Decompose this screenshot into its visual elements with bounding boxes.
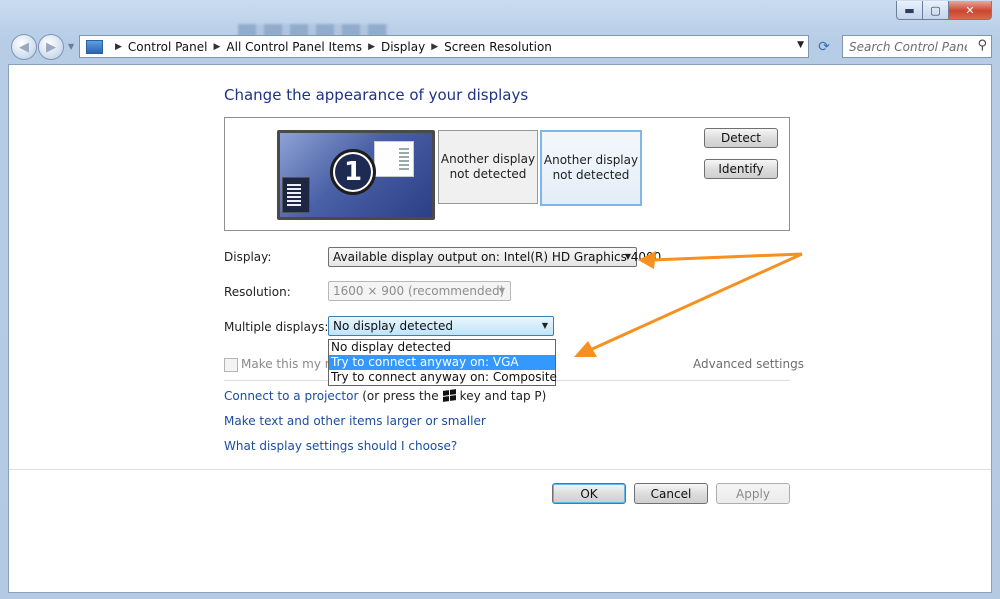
content-pane: Change the appearance of your displays 1… bbox=[8, 64, 992, 593]
resolution-label: Resolution: bbox=[224, 285, 291, 299]
display-label: Display: bbox=[224, 250, 272, 264]
close-button[interactable]: ✕ bbox=[949, 1, 992, 20]
chevron-down-icon: ▼ bbox=[624, 252, 631, 261]
projector-hint-1: (or press the bbox=[362, 389, 439, 403]
cancel-button[interactable]: Cancel bbox=[634, 483, 708, 504]
page-title: Change the appearance of your displays bbox=[224, 86, 529, 104]
monitor-2-not-detected[interactable]: Another display not detected bbox=[438, 130, 538, 204]
multiple-displays-dropdown: No display detected Try to connect anywa… bbox=[328, 339, 557, 386]
caption-buttons: ▬ ▢ ✕ bbox=[896, 1, 992, 20]
display-select-value: Available display output on: Intel(R) HD… bbox=[333, 250, 662, 264]
forward-arrow-icon: ▶ bbox=[46, 39, 56, 55]
resolution-select[interactable]: 1600 × 900 (recommended) ▼ bbox=[328, 281, 511, 301]
recent-pages-dropdown[interactable]: ▼ bbox=[68, 42, 74, 51]
breadcrumb-separator[interactable]: ▶ bbox=[431, 42, 438, 52]
dropdown-option-composite[interactable]: Try to connect anyway on: Composite bbox=[329, 370, 557, 385]
monitor-3-not-detected[interactable]: Another display not detected bbox=[540, 130, 642, 206]
refresh-button[interactable]: ⟳ bbox=[811, 35, 837, 58]
search-box[interactable]: ⚲ bbox=[842, 35, 992, 58]
monitor-2-label-line1: Another display bbox=[440, 152, 536, 166]
monitor-1[interactable]: 1 bbox=[277, 130, 435, 220]
maximize-button[interactable]: ▢ bbox=[923, 1, 949, 20]
breadcrumb-screen-resolution[interactable]: Screen Resolution bbox=[444, 40, 552, 54]
multiple-displays-value: No display detected bbox=[333, 319, 453, 333]
windows-logo-icon bbox=[442, 389, 456, 403]
address-history-dropdown[interactable]: ▼ bbox=[797, 40, 804, 50]
projector-line: Connect to a projector (or press the key … bbox=[224, 389, 546, 403]
detect-button[interactable]: Detect bbox=[704, 128, 778, 148]
breadcrumb-control-panel[interactable]: Control Panel bbox=[128, 40, 208, 54]
display-select[interactable]: Available display output on: Intel(R) HD… bbox=[328, 247, 661, 267]
refresh-icon: ⟳ bbox=[818, 38, 830, 55]
dropdown-option-no-display[interactable]: No display detected bbox=[329, 340, 555, 355]
gadget-thumbnail bbox=[282, 177, 310, 213]
back-button[interactable]: ◀ bbox=[11, 34, 37, 60]
control-panel-icon bbox=[86, 39, 103, 54]
monitor-3-label-line1: Another display bbox=[543, 153, 639, 167]
window-thumbnail bbox=[374, 141, 414, 177]
ok-button[interactable]: OK bbox=[552, 483, 626, 504]
chevron-down-icon: ▼ bbox=[541, 321, 548, 330]
apply-button[interactable]: Apply bbox=[716, 483, 790, 504]
resolution-select-value: 1600 × 900 (recommended) bbox=[333, 284, 505, 298]
breadcrumb-separator[interactable]: ▶ bbox=[214, 42, 221, 52]
monitor-2-label-line2: not detected bbox=[449, 167, 527, 181]
minimize-button[interactable]: ▬ bbox=[896, 1, 923, 20]
identify-button[interactable]: Identify bbox=[704, 159, 778, 179]
chevron-down-icon: ▼ bbox=[498, 286, 505, 295]
breadcrumb-separator[interactable]: ▶ bbox=[115, 42, 122, 52]
multiple-displays-select[interactable]: No display detected ▼ bbox=[328, 316, 554, 336]
monitor-number-badge: 1 bbox=[330, 149, 376, 195]
monitor-number: 1 bbox=[335, 154, 371, 190]
address-bar[interactable]: ▶ Control Panel ▶ All Control Panel Item… bbox=[79, 35, 809, 58]
main-display-checkbox[interactable] bbox=[224, 358, 238, 372]
search-input[interactable] bbox=[849, 39, 967, 54]
forward-button[interactable]: ▶ bbox=[38, 34, 64, 60]
back-arrow-icon: ◀ bbox=[19, 39, 29, 55]
breadcrumb-display[interactable]: Display bbox=[381, 40, 425, 54]
footer-divider bbox=[9, 469, 991, 470]
search-icon[interactable]: ⚲ bbox=[977, 38, 987, 53]
window-frame: ▬ ▢ ✕ ◀ ▶ ▼ ▶ Control Panel ▶ All Contro… bbox=[0, 0, 1000, 599]
display-settings-help-link[interactable]: What display settings should I choose? bbox=[224, 439, 457, 453]
monitor-arrangement: 1 Another display not detected Another d… bbox=[224, 117, 790, 231]
projector-hint-2: key and tap P) bbox=[459, 389, 547, 403]
monitor-3-label-line2: not detected bbox=[552, 168, 630, 182]
multiple-displays-label: Multiple displays: bbox=[224, 320, 329, 334]
connect-projector-link[interactable]: Connect to a projector bbox=[224, 389, 358, 403]
breadcrumb-all-items[interactable]: All Control Panel Items bbox=[226, 40, 362, 54]
text-size-link[interactable]: Make text and other items larger or smal… bbox=[224, 414, 486, 428]
breadcrumb-separator[interactable]: ▶ bbox=[368, 42, 375, 52]
dropdown-option-vga[interactable]: Try to connect anyway on: VGA bbox=[329, 355, 555, 370]
advanced-settings-link[interactable]: Advanced settings bbox=[693, 357, 804, 371]
